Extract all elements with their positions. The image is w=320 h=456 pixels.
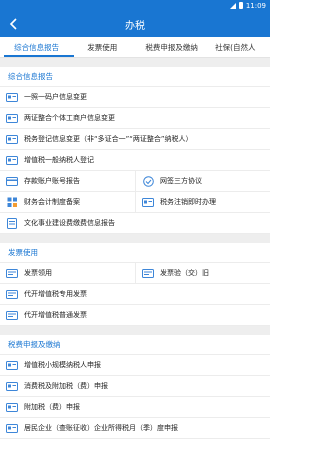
list-row-pair: 财务会计制度备案 税务注销即时办理: [0, 192, 270, 213]
section-gap: [0, 58, 270, 67]
item-label: 发票验（交）旧: [160, 269, 209, 277]
list-item[interactable]: 税务注销即时办理: [135, 192, 270, 212]
list-item[interactable]: 一照一码户信息变更: [0, 87, 270, 108]
status-time: 11:09: [245, 1, 266, 10]
item-label: 文化事业建设费缴费信息报告: [24, 219, 115, 227]
section-gap: [0, 234, 270, 243]
card-icon: [6, 92, 18, 102]
list-item[interactable]: 附加税（费）申报: [0, 397, 270, 418]
item-label: 税务登记信息变更（非“多证合一”“两证整合”纳税人）: [24, 135, 193, 143]
grid-icon: [6, 197, 18, 207]
section-title-comprehensive: 综合信息报告: [0, 67, 270, 87]
invoice-icon: [6, 289, 18, 299]
document-icon: [6, 217, 18, 229]
list-item[interactable]: 居民企业（查账征收）企业所得税月（季）度申报: [0, 418, 270, 439]
list-row-pair: 存款账户账号报告 网签三方协议: [0, 171, 270, 192]
tab-tax-declare[interactable]: 税费申报及缴纳: [131, 37, 212, 57]
item-label: 增值税小规模纳税人申报: [24, 361, 101, 369]
section-title-invoice: 发票使用: [0, 243, 270, 263]
item-label: 增值税一般纳税人登记: [24, 156, 94, 164]
back-arrow-icon[interactable]: [6, 16, 22, 32]
item-label: 网签三方协议: [160, 177, 202, 185]
tab-social-security[interactable]: 社保(自然人: [212, 37, 270, 57]
list-item[interactable]: 代开增值税专用发票: [0, 284, 270, 305]
category-tabs: 综合信息报告 发票使用 税费申报及缴纳 社保(自然人: [0, 37, 270, 58]
card-icon: [6, 155, 18, 165]
form-icon: [6, 423, 18, 433]
invoice-icon: [6, 268, 18, 278]
item-label: 消费税及附加税（费）申报: [24, 382, 108, 390]
section-title-declare: 税费申报及缴纳: [0, 335, 270, 355]
list-item[interactable]: 网签三方协议: [135, 171, 270, 191]
list-row-pair: 发票领用 发票验（交）旧: [0, 263, 270, 284]
form-icon: [6, 360, 18, 370]
battery-icon: [238, 2, 243, 9]
signal-icon: [229, 2, 236, 9]
item-label: 一照一码户信息变更: [24, 93, 87, 101]
form-icon: [6, 402, 18, 412]
list-item[interactable]: 增值税小规模纳税人申报: [0, 355, 270, 376]
status-bar: 11:09: [0, 0, 270, 11]
item-label: 两证整合个体工商户信息变更: [24, 114, 115, 122]
card-icon: [142, 197, 154, 207]
list-item[interactable]: 消费税及附加税（费）申报: [0, 376, 270, 397]
agreement-icon: [142, 175, 154, 187]
list-item[interactable]: 发票领用: [0, 263, 135, 283]
form-icon: [6, 381, 18, 391]
item-label: 代开增值税专用发票: [24, 290, 87, 298]
tab-invoice-use[interactable]: 发票使用: [73, 37, 131, 57]
app-bar: 办税: [0, 11, 270, 37]
list-item[interactable]: 代开增值税普通发票: [0, 305, 270, 326]
item-label: 税务注销即时办理: [160, 198, 216, 206]
item-label: 财务会计制度备案: [24, 198, 80, 206]
section-gap: [0, 326, 270, 335]
page-title: 办税: [125, 20, 145, 32]
list-item[interactable]: 税务登记信息变更（非“多证合一”“两证整合”纳税人）: [0, 129, 270, 150]
invoice-icon: [142, 268, 154, 278]
list-item[interactable]: 存款账户账号报告: [0, 171, 135, 191]
item-label: 居民企业（查账征收）企业所得税月（季）度申报: [24, 424, 178, 432]
list-item[interactable]: 财务会计制度备案: [0, 192, 135, 212]
item-label: 存款账户账号报告: [24, 177, 80, 185]
bank-card-icon: [6, 176, 18, 186]
card-icon: [6, 134, 18, 144]
list-item[interactable]: 两证整合个体工商户信息变更: [0, 108, 270, 129]
item-label: 附加税（费）申报: [24, 403, 80, 411]
list-item[interactable]: 文化事业建设费缴费信息报告: [0, 213, 270, 234]
invoice-icon: [6, 310, 18, 320]
item-label: 代开增值税普通发票: [24, 311, 87, 319]
active-tab-indicator: [4, 55, 74, 57]
list-item[interactable]: 增值税一般纳税人登记: [0, 150, 270, 171]
card-icon: [6, 113, 18, 123]
tab-comprehensive-info[interactable]: 综合信息报告: [0, 37, 73, 57]
list-item[interactable]: 发票验（交）旧: [135, 263, 270, 283]
item-label: 发票领用: [24, 269, 52, 277]
